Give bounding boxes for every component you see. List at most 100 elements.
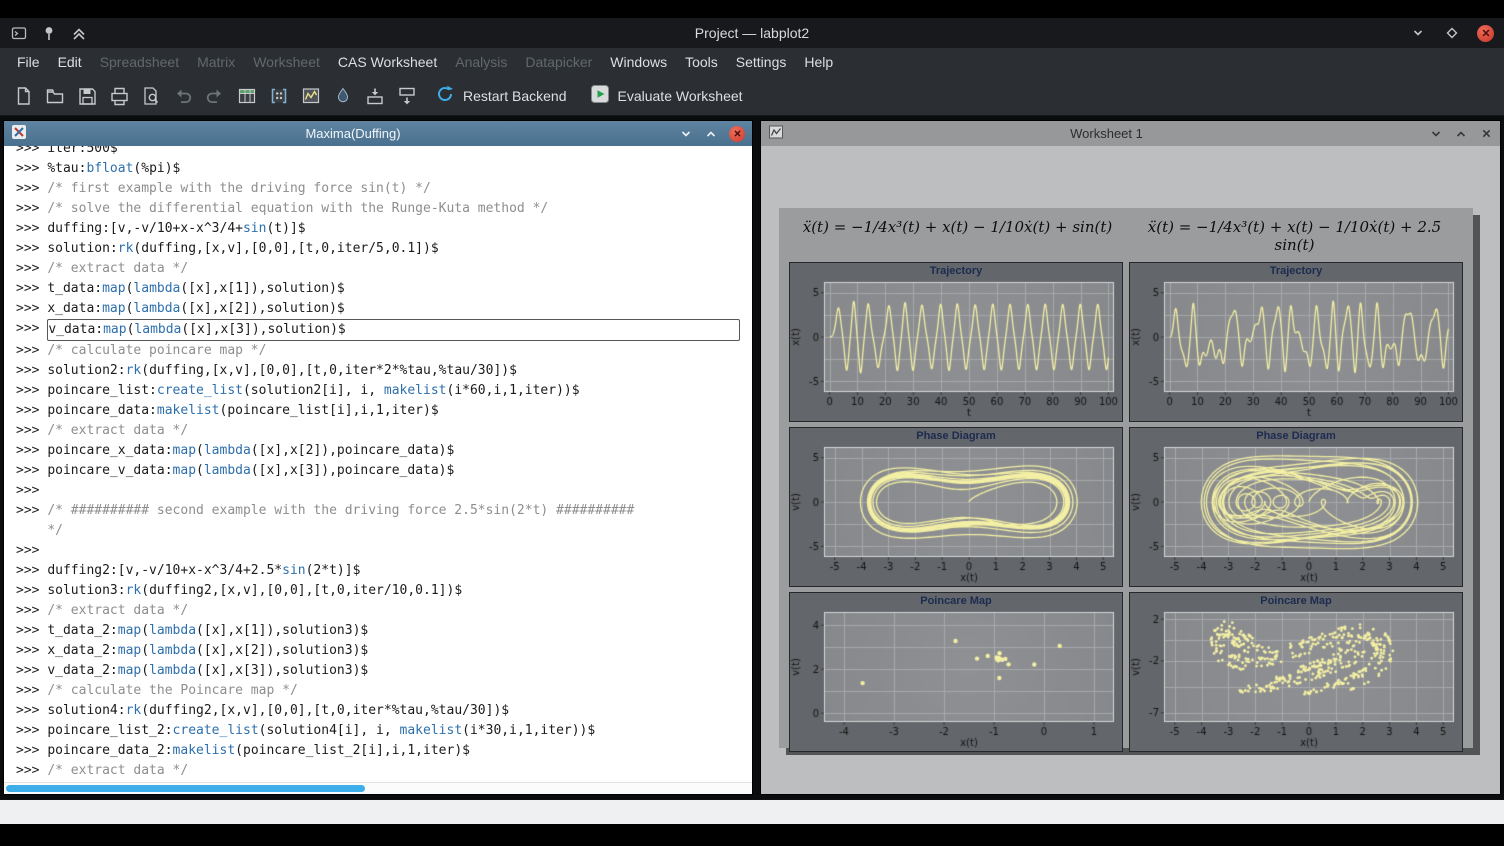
code-line[interactable]: >>> /* calculate poincare map */ xyxy=(16,341,752,361)
prompt: >>> xyxy=(16,461,47,481)
code-line[interactable]: >>> %tau:bfloat(%pi)$ xyxy=(16,159,752,179)
plot-card-phase-diagram-left[interactable]: Phase Diagram xyxy=(789,427,1123,587)
print-preview-icon[interactable] xyxy=(136,81,166,111)
code-text: solution4: xyxy=(47,701,125,721)
code-comment: */ xyxy=(47,521,63,541)
maxima-titlebar[interactable]: Maxima(Duffing) xyxy=(4,121,752,146)
code-line[interactable]: >>> /* extract data */ xyxy=(16,259,752,279)
code-line[interactable]: >>> poincare_data:makelist(poincare_list… xyxy=(16,401,752,421)
code-line[interactable]: >>> x_data:map(lambda([x],x[2]),solution… xyxy=(16,299,752,319)
menu-windows[interactable]: Windows xyxy=(601,51,676,73)
code-line[interactable]: >>> solution3:rk(duffing2,[x,v],[0,0],[t… xyxy=(16,581,752,601)
redo-icon[interactable] xyxy=(200,81,230,111)
code-line[interactable]: >>> poincare_list_2:create_list(solution… xyxy=(16,721,752,741)
new-document-icon[interactable] xyxy=(8,81,38,111)
menu-help[interactable]: Help xyxy=(795,51,842,73)
code-line[interactable]: >>> poincare_data_2:makelist(poincare_li… xyxy=(16,741,752,761)
menu-settings[interactable]: Settings xyxy=(727,51,796,73)
code-text: sin xyxy=(282,561,305,581)
minimize-button[interactable] xyxy=(1409,24,1427,42)
code-line[interactable]: >>> /* extract data */ xyxy=(16,601,752,621)
plot-canvas[interactable] xyxy=(790,443,1122,584)
plot-canvas[interactable] xyxy=(1130,443,1462,584)
plot-card-trajectory-right[interactable]: Trajectory xyxy=(1129,262,1463,422)
menu-cas-worksheet[interactable]: CAS Worksheet xyxy=(329,51,446,73)
worksheet-maximize-button[interactable] xyxy=(1454,127,1468,141)
menu-tools[interactable]: Tools xyxy=(676,51,727,73)
app-menu-icon[interactable] xyxy=(10,24,28,42)
maxima-maximize-button[interactable] xyxy=(704,127,718,141)
code-line[interactable]: >>> solution4:rk(duffing2,[x,v],[0,0],[t… xyxy=(16,701,752,721)
menu-file[interactable]: File xyxy=(8,51,49,73)
new-spreadsheet-icon[interactable] xyxy=(232,81,262,111)
code-line[interactable]: >>> t_data:map(lambda([x],x[1]),solution… xyxy=(16,279,752,299)
ink-drop-icon[interactable] xyxy=(328,81,358,111)
code-line[interactable]: >>> /* first example with the driving fo… xyxy=(16,179,752,199)
code-line[interactable]: >>> iter:500$ xyxy=(16,146,752,159)
plot-card-phase-diagram-right[interactable]: Phase Diagram xyxy=(1129,427,1463,587)
code-line[interactable]: >>> duffing:[v,-v/10+x-x^3/4+sin(t)]$ xyxy=(16,219,752,239)
close-button[interactable] xyxy=(1477,25,1494,42)
plot-card-trajectory-left[interactable]: Trajectory xyxy=(789,262,1123,422)
plot-card-poincare-map-right[interactable]: Poincare Map xyxy=(1129,592,1463,752)
scrollbar-handle[interactable] xyxy=(6,785,365,792)
plot-canvas[interactable] xyxy=(790,608,1122,749)
cursor-line-box: v_data:map(lambda([x],x[3]),solution)$ xyxy=(47,319,740,341)
code-line[interactable]: >>> poincare_list:create_list(solution2[… xyxy=(16,381,752,401)
cas-code-editor[interactable]: >>> iter:500$>>> %tau:bfloat(%pi)$>>> /*… xyxy=(4,146,752,782)
shade-icon[interactable] xyxy=(70,24,88,42)
open-project-icon[interactable] xyxy=(40,81,70,111)
evaluate-worksheet-button[interactable]: Evaluate Worksheet xyxy=(579,79,753,112)
code-line[interactable]: >>> v_data_2:map(lambda([x],x[3]),soluti… xyxy=(16,661,752,681)
new-worksheet-icon[interactable] xyxy=(296,81,326,111)
code-line[interactable]: */ xyxy=(16,521,752,541)
titlebar-controls xyxy=(1254,24,1494,42)
insert-entry-above-icon[interactable] xyxy=(360,81,390,111)
plot-grid: TrajectoryTrajectoryPhase DiagramPhase D… xyxy=(779,256,1473,762)
maxima-icon xyxy=(11,124,27,143)
maximize-button[interactable] xyxy=(1443,24,1461,42)
plot-card-poincare-map-left[interactable]: Poincare Map xyxy=(789,592,1123,752)
plot-canvas[interactable] xyxy=(790,278,1122,419)
plot-canvas[interactable] xyxy=(1130,278,1462,419)
code-line[interactable]: >>> t_data_2:map(lambda([x],x[1]),soluti… xyxy=(16,621,752,641)
worksheet-minimize-button[interactable] xyxy=(1429,127,1443,141)
maxima-close-button[interactable] xyxy=(729,126,745,142)
code-line[interactable]: >>> poincare_v_data:map(lambda([x],x[3])… xyxy=(16,461,752,481)
worksheet-close-button[interactable] xyxy=(1479,127,1493,141)
print-icon[interactable] xyxy=(104,81,134,111)
new-matrix-icon[interactable] xyxy=(264,81,294,111)
worksheet-page[interactable]: ẍ(t) = −1/4x³(t) + x(t) − 1/10ẋ(t) + sin… xyxy=(779,208,1473,748)
code-line[interactable]: >>> duffing2:[v,-v/10+x-x^3/4+2.5*sin(2*… xyxy=(16,561,752,581)
code-line[interactable]: >>> v_data:map(lambda([x],x[3]),solution… xyxy=(16,319,752,341)
code-line[interactable]: >>> /* extract data */ xyxy=(16,421,752,441)
worksheet-view[interactable]: ẍ(t) = −1/4x³(t) + x(t) − 1/10ẋ(t) + sin… xyxy=(761,146,1500,794)
code-text: map xyxy=(118,621,141,641)
restart-backend-icon xyxy=(434,83,456,108)
save-project-icon[interactable] xyxy=(72,81,102,111)
code-text: (solution4[i], i, xyxy=(259,721,400,741)
maxima-window-controls xyxy=(679,126,745,142)
menu-edit[interactable]: Edit xyxy=(49,51,91,73)
code-line[interactable]: >>> xyxy=(16,481,752,501)
plot-canvas[interactable] xyxy=(1130,608,1462,749)
code-line[interactable]: >>> poincare_x_data:map(lambda([x],x[2])… xyxy=(16,441,752,461)
prompt: >>> xyxy=(16,279,47,299)
code-line[interactable]: >>> solution:rk(duffing,[x,v],[0,0],[t,0… xyxy=(16,239,752,259)
code-line[interactable]: >>> x_data_2:map(lambda([x],x[2]),soluti… xyxy=(16,641,752,661)
code-line[interactable]: >>> solution2:rk(duffing,[x,v],[0,0],[t,… xyxy=(16,361,752,381)
undo-icon[interactable] xyxy=(168,81,198,111)
code-line[interactable]: >>> xyxy=(16,541,752,561)
horizontal-scrollbar[interactable] xyxy=(4,782,752,794)
restart-backend-label: Restart Backend xyxy=(463,88,567,104)
code-line[interactable]: >>> /* extract data */ xyxy=(16,761,752,781)
titlebar: Project — labplot2 xyxy=(0,18,1504,48)
insert-entry-below-icon[interactable] xyxy=(392,81,422,111)
maxima-minimize-button[interactable] xyxy=(679,127,693,141)
code-line[interactable]: >>> /* calculate the Poincare map */ xyxy=(16,681,752,701)
worksheet-titlebar[interactable]: Worksheet 1 xyxy=(761,121,1500,146)
code-line[interactable]: >>> /* solve the differential equation w… xyxy=(16,199,752,219)
pin-icon[interactable] xyxy=(40,24,58,42)
code-line[interactable]: >>> /* ########## second example with th… xyxy=(16,501,752,521)
restart-backend-button[interactable]: Restart Backend xyxy=(424,79,577,112)
